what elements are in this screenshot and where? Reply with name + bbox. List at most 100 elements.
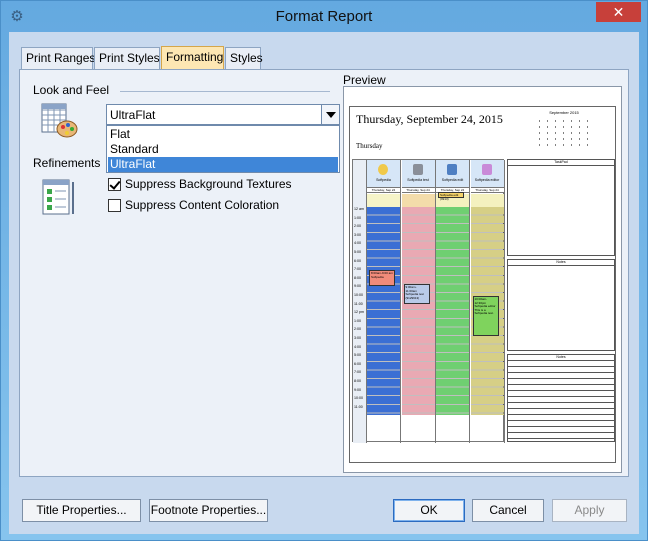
time-label: 3:00 (354, 336, 361, 340)
palette-calendar-icon (41, 103, 78, 138)
combo-selected-value: UltraFlat (110, 108, 156, 122)
resource-date: Thursday, Sep 24 (401, 188, 435, 193)
resource-date: Thursday, Sep 24 (470, 188, 504, 193)
tab-print-ranges[interactable]: Print Ranges (21, 47, 95, 69)
preview-date-title: Thursday, September 24, 2015 (356, 112, 503, 126)
resource-body (436, 207, 469, 415)
smiley-icon (378, 164, 388, 175)
resource-column: Softpedia editor Thursday, Sep 24 10:00am-… (470, 160, 505, 443)
look-and-feel-divider (120, 91, 330, 92)
time-label: 11:00 (354, 301, 363, 306)
time-label: 5:00 (354, 353, 361, 358)
title-properties-button[interactable]: Title Properties... (22, 499, 141, 522)
suppress-textures-label: Suppress Background Textures (125, 177, 292, 191)
dialog-client: Print Ranges Print Styles Formatting Sty… (9, 32, 639, 534)
look-and-feel-combo[interactable]: UltraFlat (106, 104, 340, 125)
suppress-coloration-checkbox[interactable] (108, 199, 121, 212)
calendar-event: 9:00am-11:00am Softpedia test (9129913) (403, 284, 430, 304)
option-flat[interactable]: Flat (108, 127, 338, 142)
taskpad-title: TaskPad (508, 160, 614, 166)
mini-calendar-title: September 2015 (549, 110, 579, 115)
footnote-properties-button[interactable]: Footnote Properties... (149, 499, 268, 522)
formatting-panel: Look and Feel UltraFlat Flat Standard Ul… (19, 69, 629, 477)
time-label: 6:00 (354, 361, 361, 366)
time-label: 4:00 (354, 344, 361, 349)
time-label: 1:00 (354, 215, 361, 220)
tab-print-styles[interactable]: Print Styles (94, 47, 160, 69)
time-label: 4:00 (354, 241, 361, 246)
time-label: 7:00 (354, 267, 361, 272)
resource-name: Softpedia test (407, 178, 429, 182)
preview-frame: Thursday, September 24, 2015 Thursday Se… (343, 86, 622, 473)
resource-body (367, 207, 400, 415)
notes-lines (508, 361, 614, 441)
suppress-textures-checkbox[interactable] (108, 178, 121, 191)
apply-button[interactable]: Apply (552, 499, 627, 522)
suppress-coloration-label: Suppress Content Coloration (125, 198, 280, 212)
mini-calendar: September 2015 (536, 110, 592, 152)
notes-title: Notes (508, 260, 614, 266)
calendar-event: 10:00am-12:30pm Softpedia editor This is… (472, 296, 499, 336)
resource-name: Softpedia (376, 178, 391, 182)
resource-date: Thursday, Sep 24 (367, 188, 400, 193)
resource-column: Softpedia Thursday, Sep 24 8:00am-9:00 am … (367, 160, 401, 443)
schedule-grid: 12 am 1:00 2:00 3:00 4:00 5:00 6:00 7:00 8:00 9:0… (352, 159, 505, 443)
ok-button[interactable]: OK (393, 499, 465, 522)
time-label: 5:00 (354, 250, 361, 254)
time-label: 10:00 (354, 293, 363, 297)
preview-label: Preview (343, 73, 386, 87)
resource-name: Softpedia edit (441, 178, 464, 182)
calendar-event: Softpedia edit (9913) (438, 192, 464, 200)
resource-column: Softpedia edit Thursday, Sep 24 Softpedia … (436, 160, 470, 443)
time-label: 8:00 (354, 379, 361, 383)
look-and-feel-dropdown: Flat Standard UltraFlat (106, 125, 340, 173)
resource-header: Softpedia test (401, 160, 435, 188)
resource-column: Softpedia test Thursday, Sep 24 9:00am-11:… (401, 160, 436, 443)
time-label: 3:00 (354, 232, 361, 237)
time-label: 2:00 (354, 224, 361, 229)
mini-calendar-lines (536, 116, 592, 150)
time-label: 11:00 (354, 404, 363, 409)
tab-formatting[interactable]: Formatting (161, 46, 224, 70)
resource-allday-band (367, 194, 400, 207)
notes-box: Notes (507, 259, 615, 351)
time-label: 1:00 (354, 318, 361, 323)
option-standard[interactable]: Standard (108, 142, 338, 157)
time-label: 7:00 (354, 370, 361, 375)
resource-body (401, 207, 435, 415)
option-ultraflat[interactable]: UltraFlat (108, 157, 338, 172)
preview-page: Thursday, September 24, 2015 Thursday Se… (349, 106, 616, 463)
resource-header: Softpedia (367, 160, 400, 188)
resource-header: Softpedia edit (436, 160, 469, 188)
title-bar[interactable]: ⚙ Format Report ✕ (1, 1, 647, 32)
cancel-button[interactable]: Cancel (472, 499, 544, 522)
resource-header: Softpedia editor (470, 160, 504, 188)
notes-area: TaskPad Notes Notes (507, 159, 615, 442)
time-column: 12 am 1:00 2:00 3:00 4:00 5:00 6:00 7:00 8:00 9:0… (353, 160, 367, 443)
checklist-icon (42, 179, 74, 215)
resource-allday-band (470, 194, 504, 207)
refinements-label: Refinements (33, 156, 101, 170)
pencil-icon (447, 164, 457, 175)
notes-lined-box: Notes (507, 354, 615, 442)
window-title: Format Report (275, 8, 373, 25)
time-label: 9:00 (354, 387, 361, 392)
close-button[interactable]: ✕ (596, 2, 641, 22)
calendar-event: 8:00am-9:00 am Softpedia (369, 270, 395, 286)
robot-icon (412, 164, 423, 175)
resource-allday-band (401, 194, 435, 207)
time-label: 12 am (354, 207, 364, 211)
format-report-window: ⚙ Format Report ✕ Print Ranges Print Sty… (0, 0, 648, 541)
bottle-icon (481, 164, 492, 175)
time-label: 2:00 (354, 327, 361, 332)
tab-styles[interactable]: Styles (225, 47, 263, 69)
time-label: 12 pm (354, 310, 364, 315)
preview-day-label: Thursday (356, 142, 383, 150)
time-label: 8:00 (354, 275, 361, 280)
time-label: 6:00 (354, 258, 361, 263)
resource-name: Softpedia editor (474, 178, 500, 182)
chevron-down-icon[interactable] (321, 105, 339, 124)
time-label: 9:00 (354, 284, 361, 289)
time-label: 10:00 (354, 396, 363, 401)
look-and-feel-label: Look and Feel (33, 83, 110, 97)
